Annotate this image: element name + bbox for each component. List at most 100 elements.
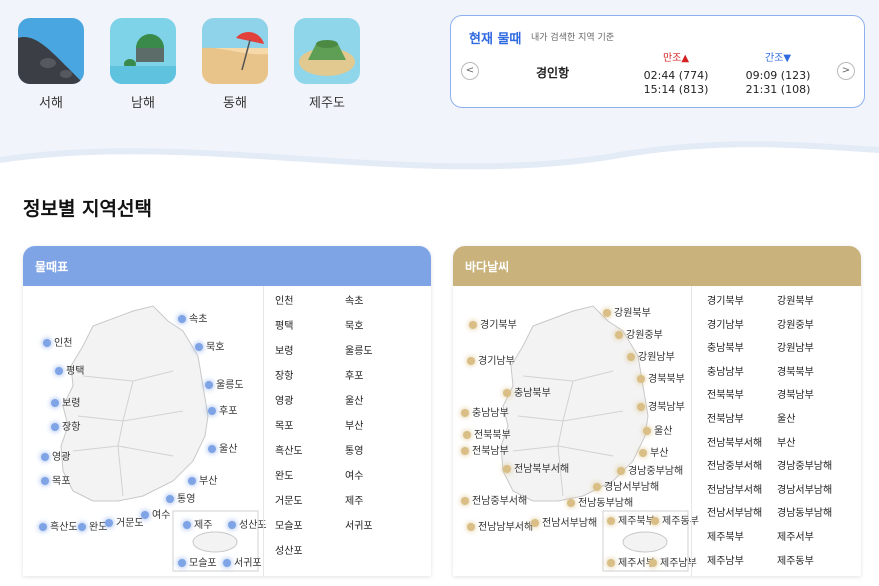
map-label[interactable]: 묵호 — [195, 338, 224, 353]
map-label[interactable]: 제주 — [183, 516, 212, 531]
map-label[interactable]: 경기남부 — [467, 352, 515, 367]
region-link[interactable]: 제주동부 — [777, 552, 847, 567]
region-link[interactable]: 보령 — [275, 342, 345, 357]
region-link[interactable]: 전남중부서해 — [707, 457, 777, 472]
map-label[interactable]: 강원남부 — [627, 348, 675, 363]
region-link[interactable]: 울릉도 — [345, 342, 415, 357]
map-marker-dot — [223, 559, 231, 567]
region-link[interactable]: 강원북부 — [777, 292, 847, 307]
map-label[interactable]: 울산 — [643, 422, 672, 437]
map-label[interactable]: 전남동부남해 — [567, 494, 633, 509]
region-link[interactable]: 제주 — [345, 492, 415, 507]
map-label[interactable]: 충남북부 — [503, 384, 551, 399]
map-label[interactable]: 전남북부서해 — [503, 460, 569, 475]
map-label[interactable]: 영광 — [41, 448, 70, 463]
region-link[interactable]: 평택 — [275, 317, 345, 332]
map-label[interactable]: 전북남부 — [461, 442, 509, 457]
region-link[interactable]: 전남남부서해 — [707, 481, 777, 496]
map-label[interactable]: 거문도 — [105, 514, 144, 529]
sea-item-south[interactable]: 남해 — [110, 18, 176, 111]
map-label[interactable]: 전북북부 — [463, 426, 511, 441]
map-label[interactable]: 완도 — [78, 518, 107, 533]
map-label[interactable]: 제주북부 — [607, 512, 655, 527]
region-link[interactable]: 제주북부 — [707, 528, 777, 543]
map-label[interactable]: 전남서부남해 — [531, 514, 597, 529]
region-link[interactable]: 모슬포 — [275, 517, 345, 532]
prev-port-button[interactable]: < — [461, 62, 479, 80]
map-label[interactable]: 통영 — [166, 490, 195, 505]
map-label[interactable]: 성산포 — [228, 516, 267, 531]
map-marker-dot — [188, 477, 196, 485]
region-link[interactable]: 전남북부서해 — [707, 434, 777, 449]
map-label[interactable]: 모슬포 — [178, 554, 217, 569]
map-label[interactable]: 부산 — [188, 472, 217, 487]
region-link[interactable]: 울산 — [345, 392, 415, 407]
region-link[interactable]: 제주남부 — [707, 552, 777, 567]
region-link[interactable]: 충남북부 — [707, 339, 777, 354]
map-label[interactable]: 부산 — [639, 444, 668, 459]
map-label[interactable]: 흑산도 — [39, 518, 78, 533]
region-link[interactable]: 경기남부 — [707, 316, 777, 331]
region-link[interactable]: 인천 — [275, 292, 345, 307]
region-link[interactable]: 경남중부남해 — [777, 457, 847, 472]
map-label[interactable]: 전남중부서해 — [461, 492, 527, 507]
map-label[interactable]: 서귀포 — [223, 554, 262, 569]
map-label[interactable]: 강원중부 — [615, 326, 663, 341]
region-link[interactable]: 경남동부남해 — [777, 504, 847, 519]
region-link[interactable]: 장항 — [275, 367, 345, 382]
region-link[interactable]: 강원중부 — [777, 316, 847, 331]
region-link[interactable]: 묵호 — [345, 317, 415, 332]
map-label[interactable]: 경북남부 — [637, 398, 685, 413]
region-link[interactable]: 전북남부 — [707, 410, 777, 425]
region-link[interactable]: 서귀포 — [345, 517, 415, 532]
map-label[interactable]: 강원북부 — [603, 304, 651, 319]
region-link[interactable]: 완도 — [275, 467, 345, 482]
region-link[interactable]: 거문도 — [275, 492, 345, 507]
region-link[interactable]: 속초 — [345, 292, 415, 307]
map-label[interactable]: 인천 — [43, 334, 72, 349]
sea-item-jeju[interactable]: 제주도 — [294, 18, 360, 111]
sea-weather-body: 강원북부 경기북부 강원중부 경기남부 강원남부 충남북부 경북북부 충남남부 … — [453, 286, 861, 576]
map-label[interactable]: 울산 — [208, 440, 237, 455]
sea-item-east[interactable]: 동해 — [202, 18, 268, 111]
region-link[interactable]: 전북북부 — [707, 386, 777, 401]
region-link[interactable]: 경북북부 — [777, 363, 847, 378]
region-link[interactable]: 전남서부남해 — [707, 504, 777, 519]
map-label[interactable]: 전남남부서해 — [467, 518, 533, 533]
map-marker-dot — [467, 357, 475, 365]
map-label[interactable]: 충남남부 — [461, 404, 509, 419]
region-link[interactable]: 제주서부 — [777, 528, 847, 543]
next-port-button[interactable]: > — [837, 62, 855, 80]
region-link[interactable]: 부산 — [777, 434, 847, 449]
map-label[interactable]: 장항 — [51, 418, 80, 433]
region-link[interactable]: 통영 — [345, 442, 415, 457]
map-label[interactable]: 후포 — [208, 402, 237, 417]
map-label[interactable]: 목포 — [41, 472, 70, 487]
region-link[interactable]: 경기북부 — [707, 292, 777, 307]
wave-divider — [0, 141, 879, 200]
region-link[interactable]: 강원남부 — [777, 339, 847, 354]
region-link[interactable]: 후포 — [345, 367, 415, 382]
map-label[interactable]: 평택 — [55, 362, 84, 377]
region-link[interactable]: 부산 — [345, 417, 415, 432]
region-link[interactable]: 경남서부남해 — [777, 481, 847, 496]
map-label[interactable]: 경기북부 — [469, 316, 517, 331]
map-label[interactable]: 경남서부남해 — [593, 478, 659, 493]
sea-item-west[interactable]: 서해 — [18, 18, 84, 111]
map-label[interactable]: 울릉도 — [205, 376, 244, 391]
map-label[interactable]: 경남중부남해 — [617, 462, 683, 477]
map-label[interactable]: 속초 — [178, 310, 207, 325]
region-link[interactable]: 경북남부 — [777, 386, 847, 401]
map-label[interactable]: 여수 — [141, 506, 170, 521]
region-link[interactable]: 울산 — [777, 410, 847, 425]
region-link[interactable]: 목포 — [275, 417, 345, 432]
map-label[interactable]: 제주서부 — [607, 554, 655, 569]
region-link[interactable]: 흑산도 — [275, 442, 345, 457]
region-link[interactable]: 영광 — [275, 392, 345, 407]
map-label[interactable]: 보령 — [51, 394, 80, 409]
region-link[interactable]: 성산포 — [275, 542, 345, 557]
region-link[interactable]: 여수 — [345, 467, 415, 482]
map-label[interactable]: 제주남부 — [649, 554, 697, 569]
region-link[interactable]: 충남남부 — [707, 363, 777, 378]
map-label[interactable]: 경북북부 — [637, 370, 685, 385]
